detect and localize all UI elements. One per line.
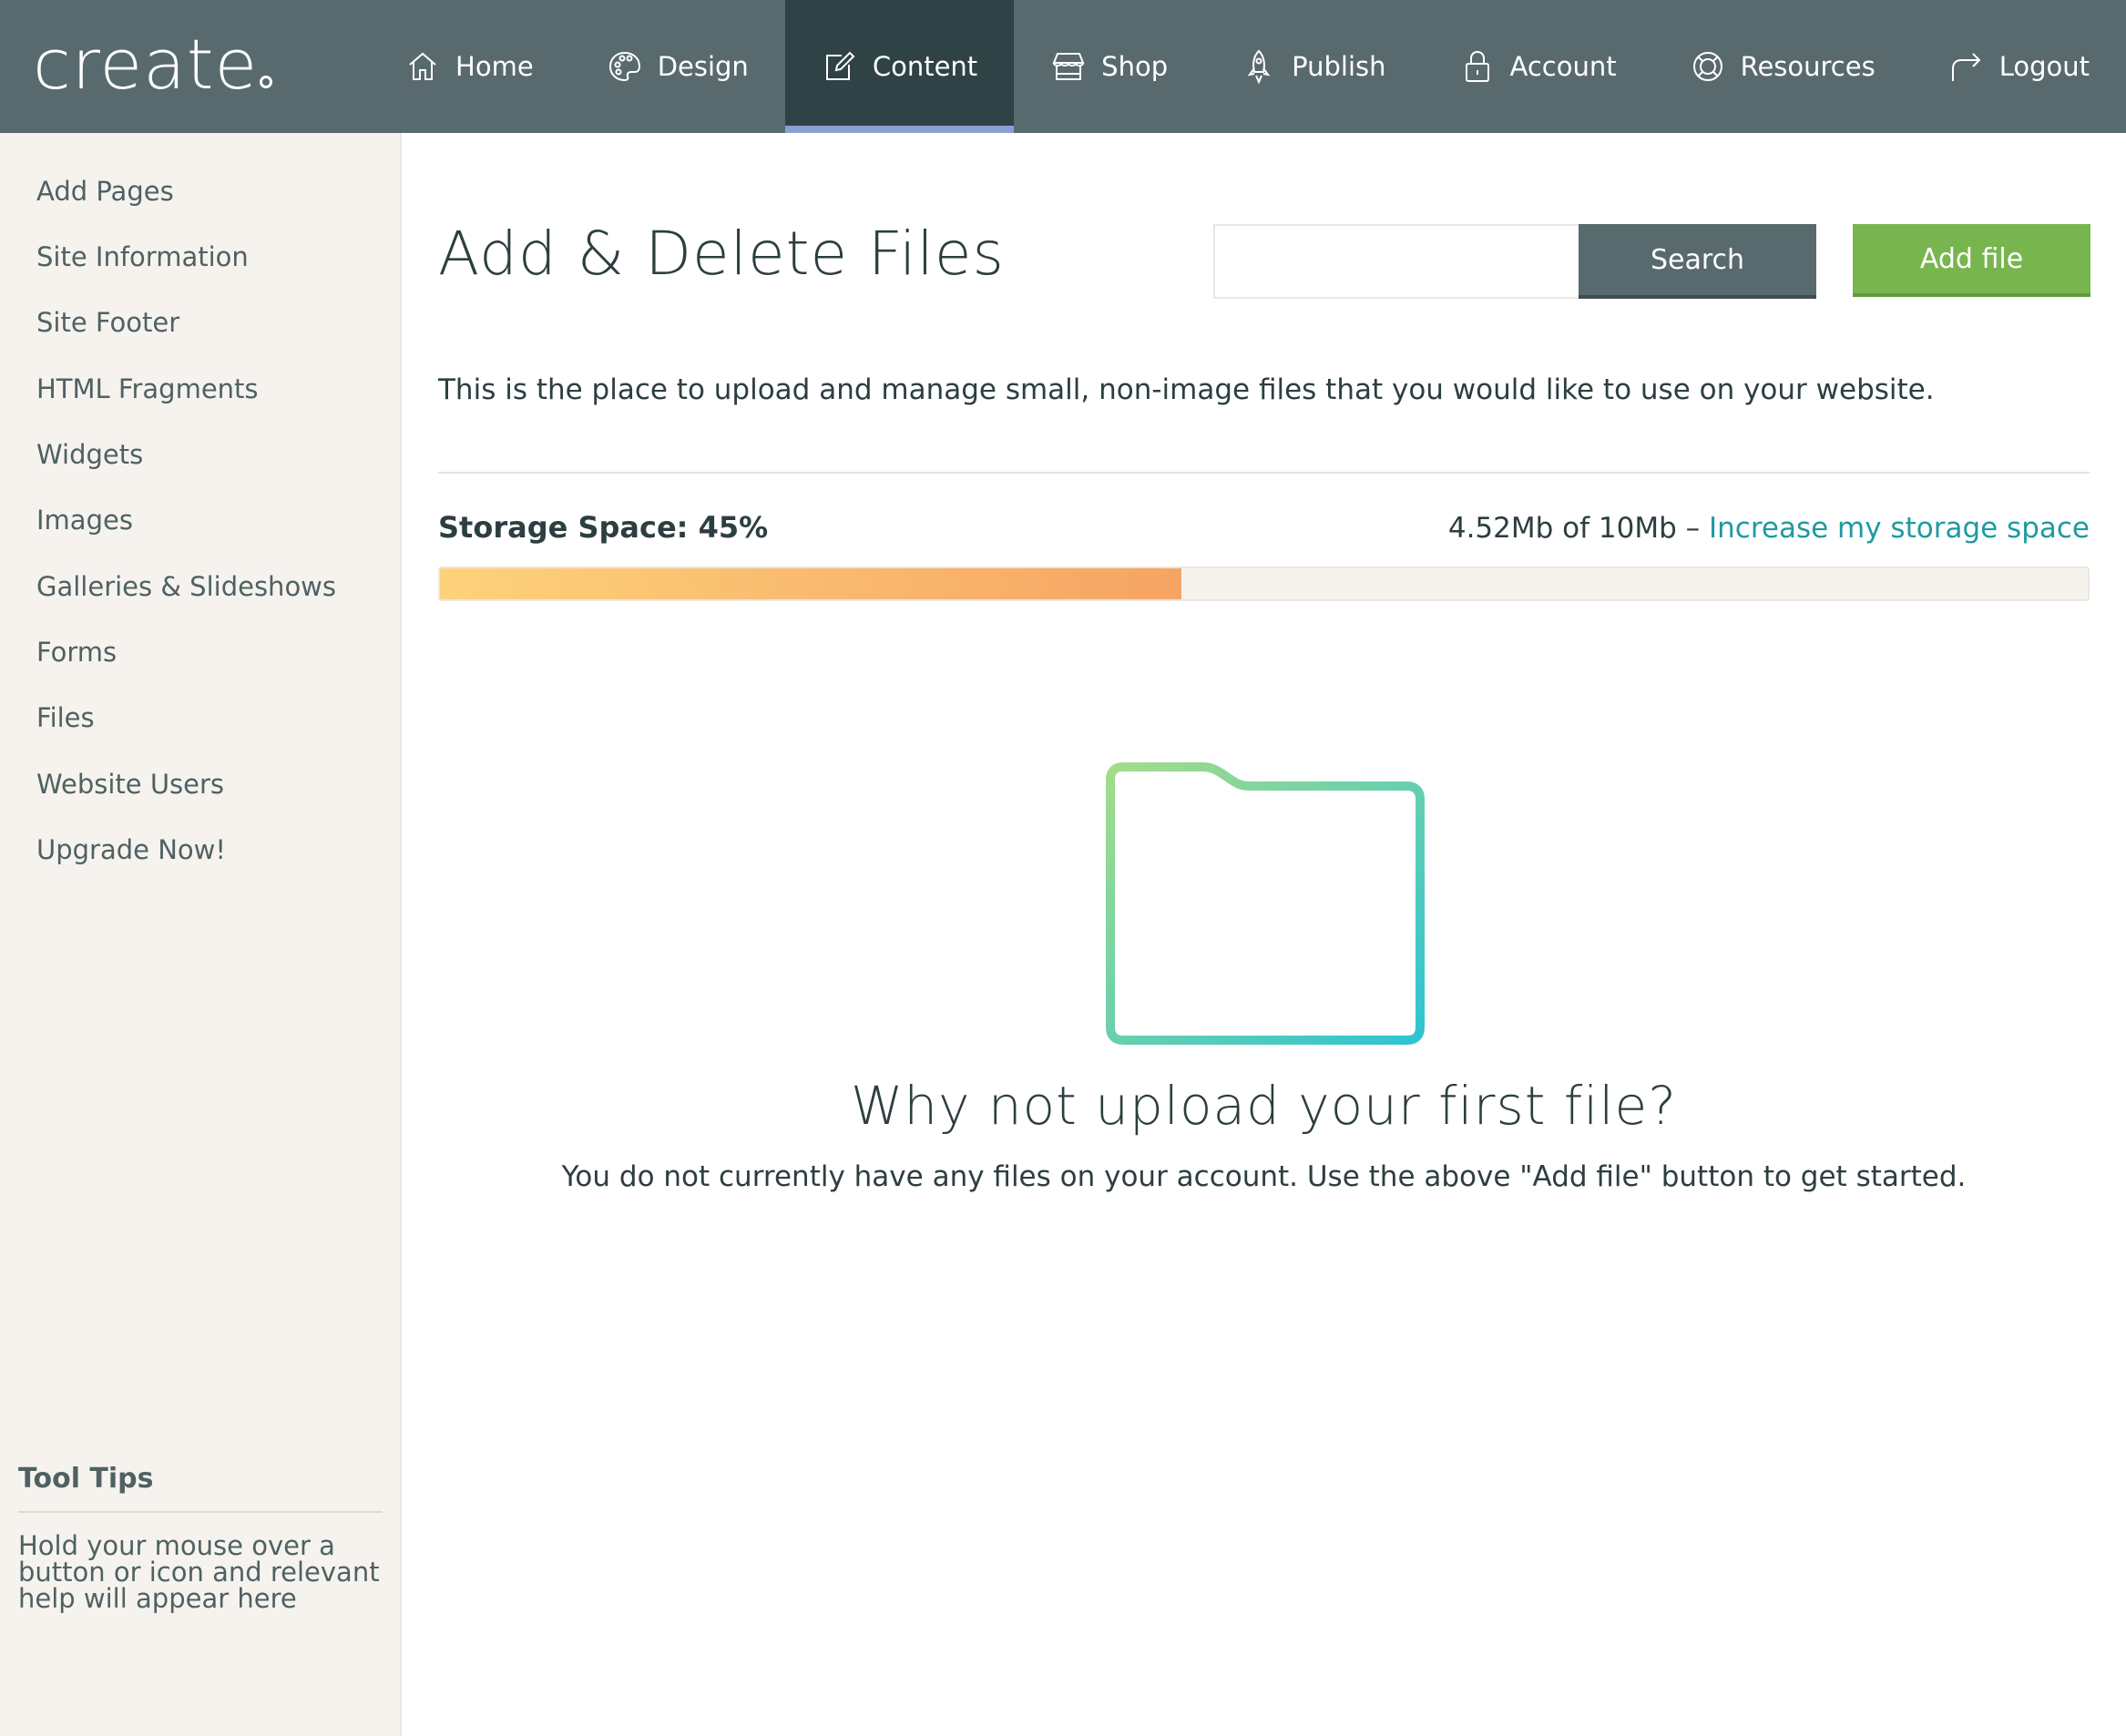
divider <box>438 472 2090 474</box>
nav-item-label: Home <box>455 51 534 82</box>
nav-item-label: Resources <box>1740 51 1876 82</box>
logout-arrow-icon <box>1951 53 1981 81</box>
lock-icon <box>1465 50 1489 82</box>
nav-item-design[interactable]: Design <box>570 0 785 133</box>
edit-icon <box>825 51 855 80</box>
nav-item-label: Account <box>1509 51 1617 82</box>
sidebar: Add Pages Site Information Site Footer H… <box>0 133 402 1736</box>
nav-item-label: Shop <box>1101 51 1169 82</box>
storage-usage: 4.52Mb of 10Mb – Increase my storage spa… <box>1448 512 2090 545</box>
tool-tips-text: Hold your mouse over a button or icon an… <box>18 1530 380 1614</box>
page-title: Add & Delete Files <box>438 219 1005 289</box>
nav-item-logout[interactable]: Logout <box>1912 0 2126 133</box>
nav-item-label: Publish <box>1292 51 1386 82</box>
search-input[interactable] <box>1213 224 1579 299</box>
rocket-icon <box>1247 49 1271 85</box>
add-file-button[interactable]: Add file <box>1853 224 2090 297</box>
home-icon <box>409 52 436 80</box>
main-nav: Home Design Content Shop Publish Account… <box>368 0 2126 133</box>
nav-item-account[interactable]: Account <box>1423 0 1653 133</box>
intro-text: This is the place to upload and manage s… <box>438 373 1935 406</box>
sidebar-item-upgrade[interactable]: Upgrade Now! <box>0 791 400 883</box>
nav-item-publish[interactable]: Publish <box>1204 0 1422 133</box>
storage-progress-bar <box>438 567 2090 601</box>
storage-label: Storage Space: 45% <box>438 510 769 545</box>
nav-item-label: Content <box>872 51 978 82</box>
tool-tips-title: Tool Tips <box>18 1463 383 1513</box>
search-button[interactable]: Search <box>1579 224 1816 299</box>
storage-usage-text: 4.52Mb of 10Mb – <box>1447 512 1709 545</box>
empty-state-text: You do not currently have any files on y… <box>561 1160 1967 1193</box>
top-bar: create Home Design Content Shop Publish … <box>0 0 2126 133</box>
nav-item-label: Design <box>657 51 749 82</box>
tool-tips-panel: Tool Tips Hold your mouse over a button … <box>18 1463 383 1612</box>
folder-icon <box>1106 762 1425 1045</box>
nav-item-shop[interactable]: Shop <box>1014 0 1204 133</box>
shop-icon <box>1052 53 1085 80</box>
logo[interactable]: create <box>33 24 273 106</box>
logo-dot <box>260 76 273 88</box>
storage-progress-fill <box>440 568 1182 599</box>
nav-item-home[interactable]: Home <box>368 0 570 133</box>
increase-storage-link[interactable]: Increase my storage space <box>1709 512 2090 545</box>
palette-icon <box>608 51 640 82</box>
nav-item-resources[interactable]: Resources <box>1653 0 1912 133</box>
sidebar-menu: Add Pages Site Information Site Footer H… <box>0 133 400 883</box>
lifebuoy-icon <box>1692 52 1722 81</box>
logo-text: create <box>33 24 259 105</box>
nav-item-label: Logout <box>1998 51 2090 82</box>
nav-item-content[interactable]: Content <box>784 0 1015 133</box>
empty-state-title: Why not upload your first file? <box>850 1075 1677 1137</box>
